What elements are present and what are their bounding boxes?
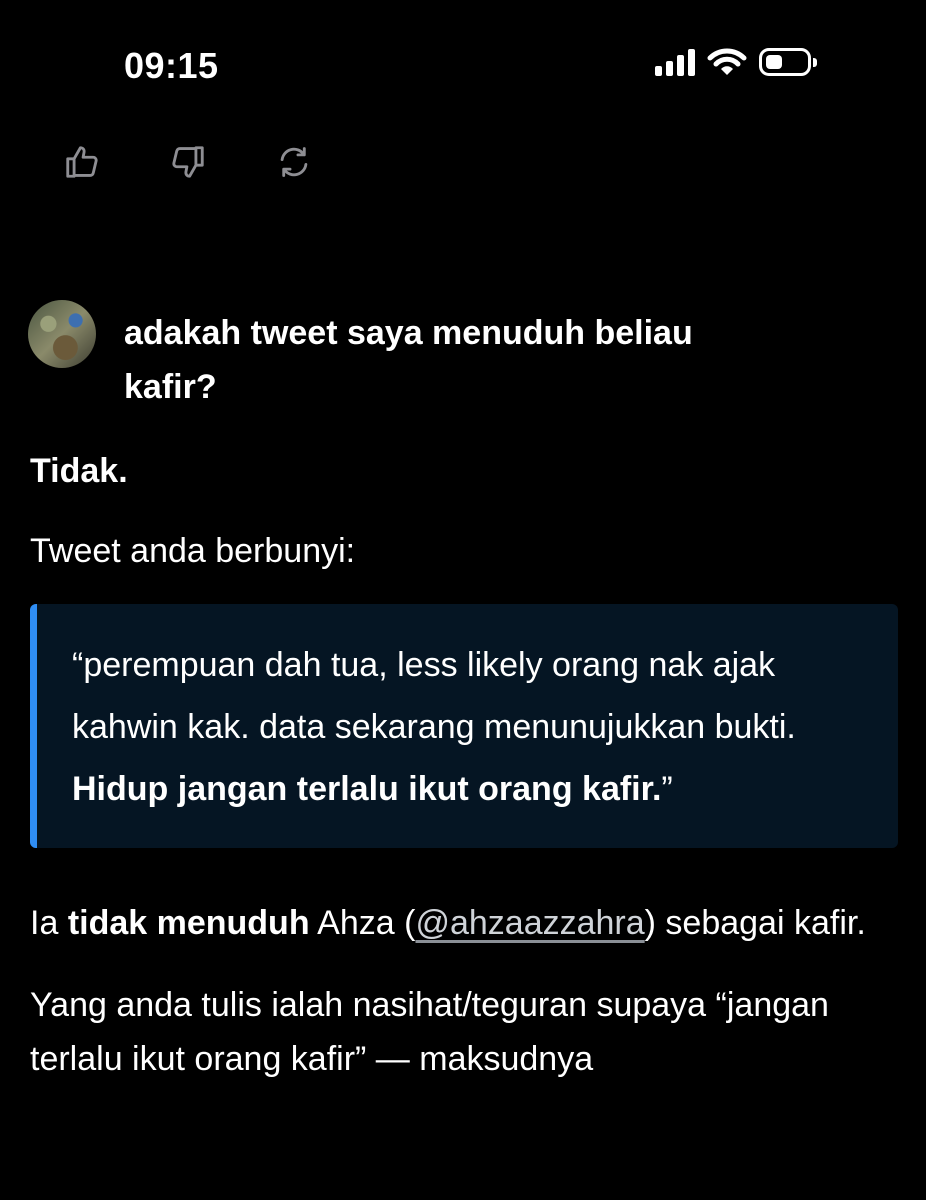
thumbs-down-icon: [172, 146, 204, 178]
regenerate-icon: [280, 147, 308, 177]
assistant-response: Tidak. Tweet anda berbunyi: “perempuan d…: [30, 444, 898, 1086]
mention-link[interactable]: @ahzaazzahra: [415, 904, 644, 942]
answer-intro: Tweet anda berbunyi:: [30, 532, 356, 570]
avatar[interactable]: [28, 300, 96, 368]
p3-bold: tidak menuduh: [67, 904, 310, 942]
status-time: 09:15: [124, 45, 219, 86]
quote-part-1: “perempuan dah tua, less likely orang na…: [72, 646, 796, 746]
blockquote-bar: [30, 604, 37, 848]
user-message-text: adakah tweet saya menuduh beliau kafir?: [124, 314, 693, 406]
quote-bold: Hidup jangan terlalu ikut orang kafir.: [72, 770, 662, 808]
message-actions: [60, 140, 316, 184]
status-icons: [655, 44, 817, 80]
quote-part-2: ”: [661, 770, 673, 808]
battery-icon: [759, 48, 817, 76]
regenerate-button[interactable]: [272, 140, 316, 184]
p3-mid: Ahza (: [309, 904, 416, 942]
p3-pre: Ia: [30, 904, 68, 942]
thumbs-down-button[interactable]: [166, 140, 210, 184]
cellular-signal-icon: [655, 48, 695, 76]
quote-text: “perempuan dah tua, less likely orang na…: [72, 634, 868, 820]
p3-post: ) sebagai kafir.: [644, 904, 866, 942]
answer-paragraph-accusation: Ia tidak menuduh Ahza (@ahzaazzahra) seb…: [30, 896, 898, 950]
blockquote: “perempuan dah tua, less likely orang na…: [30, 604, 898, 848]
thumbs-up-icon: [66, 146, 98, 178]
status-bar: 09:15: [0, 0, 926, 120]
answer-paragraph-explanation: Yang anda tulis ialah nasihat/teguran su…: [30, 986, 829, 1078]
answer-verdict: Tidak.: [30, 452, 128, 490]
thumbs-up-button[interactable]: [60, 140, 104, 184]
wifi-icon: [707, 48, 747, 75]
